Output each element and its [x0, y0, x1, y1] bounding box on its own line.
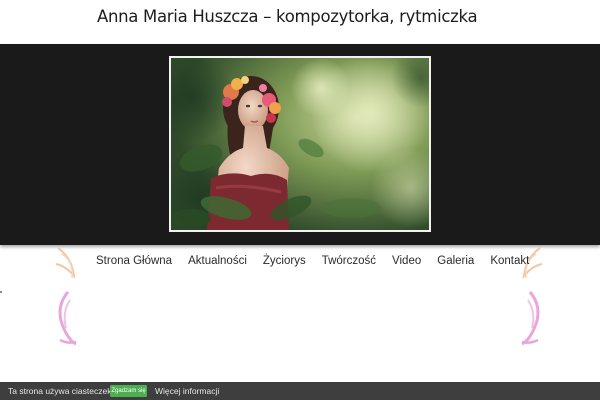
nav-item-works[interactable]: Twórczość [322, 252, 376, 270]
site-header: Anna Maria Huszcza – kompozytorka, rytmi… [0, 0, 600, 44]
hero-photo [169, 56, 431, 232]
nav-item-gallery[interactable]: Galeria [437, 252, 474, 270]
main-nav-list: Strona Główna Aktualności Życiorys Twórc… [96, 252, 529, 270]
nav-item-video[interactable]: Video [392, 252, 421, 270]
site-title[interactable]: Anna Maria Huszcza – kompozytorka, rytmi… [97, 6, 478, 28]
left-ornament-icon [55, 247, 77, 346]
cookie-message: Ta strona używa ciasteczek [8, 386, 112, 396]
edge-marker [0, 291, 2, 293]
nav-item-home[interactable]: Strona Główna [96, 252, 172, 270]
nav-item-news[interactable]: Aktualności [188, 252, 247, 270]
nav-item-biography[interactable]: Życiorys [263, 252, 306, 270]
hero-photo-image [171, 58, 429, 230]
cookie-accept-button[interactable]: Zgadzam się [110, 385, 147, 397]
hero-banner [0, 44, 600, 245]
nav-item-contact[interactable]: Kontakt [490, 252, 529, 270]
cookie-more-info-link[interactable]: Więcej informacji [155, 385, 219, 397]
cookie-bar: Ta strona używa ciasteczek Zgadzam się W… [0, 382, 600, 400]
